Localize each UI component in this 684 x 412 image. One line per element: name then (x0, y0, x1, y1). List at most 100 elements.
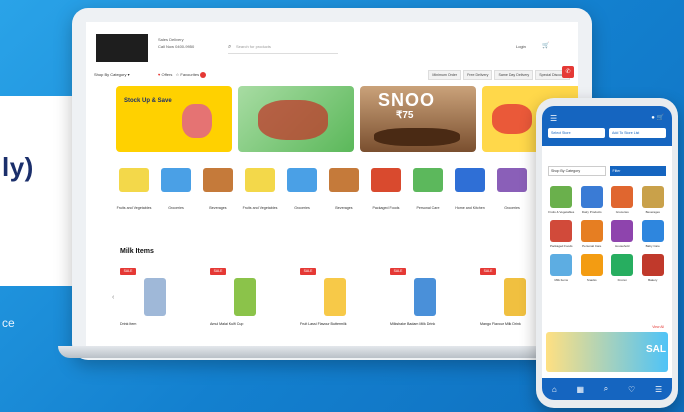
cart-icon[interactable]: 🛒 (657, 115, 664, 121)
phone-category-item[interactable]: Frozen (609, 254, 636, 282)
product-card[interactable]: SALE Fruit Lassi Flavour Buttermilk (300, 268, 370, 334)
phone-icon[interactable]: ✆ (562, 66, 574, 78)
filter-button[interactable]: Filter (609, 166, 666, 176)
site-logo[interactable] (96, 34, 148, 62)
user-icon[interactable]: ● (651, 115, 655, 121)
tab-store-list[interactable]: Add To Store List (609, 128, 666, 138)
search-icon[interactable]: ⌕ (604, 384, 608, 394)
product-list: SALE Drink Item SALE Amul Malai Kulfi Cup SA… (120, 268, 550, 334)
phone-category-label: Fruits & Vegetables (548, 210, 575, 214)
header-icons: ● 🛒 (651, 114, 664, 121)
phone-category-item[interactable]: Bakery (640, 254, 667, 282)
category-image (161, 168, 191, 192)
nav-links: ♥ Offers ☆ Favourites (158, 72, 207, 78)
star-icon: ☆ (175, 72, 180, 78)
category-item[interactable]: Groceries (158, 168, 194, 211)
chevron-left-icon[interactable]: ‹ (112, 294, 114, 301)
category-image (329, 168, 359, 192)
phone-category-bar: Shop By Category Filter (548, 166, 666, 176)
banner-product-image (374, 128, 460, 146)
tab-select-store[interactable]: Select Store (548, 128, 605, 138)
category-strip: Fruits and Vegetables Groceries Beverages F… (116, 168, 530, 211)
category-label: Groceries (168, 206, 184, 210)
banner-product-image (182, 104, 212, 138)
pill-same-day[interactable]: Same Day Delivery (494, 70, 534, 80)
category-dropdown[interactable]: Shop By Category ▾ (94, 72, 130, 77)
grid-icon[interactable]: ▦ (576, 385, 584, 394)
banner-product-image (258, 100, 328, 140)
category-item[interactable]: Personal Care (410, 168, 446, 211)
promo-banner[interactable]: SNOO ₹75 (360, 86, 476, 152)
product-card[interactable]: SALE Drink Item (120, 268, 190, 334)
product-image (414, 278, 436, 316)
product-card[interactable]: SALE Milkshake Badam Milk Drink (390, 268, 460, 334)
sale-badge: SALE (120, 268, 136, 275)
phone-category-image (580, 220, 603, 242)
phone-category-label: Milk Items (554, 278, 569, 282)
phone-category-item[interactable]: Packaged Foods (548, 220, 575, 248)
login-link[interactable]: Login (516, 44, 526, 49)
laptop-base (58, 346, 606, 358)
category-item[interactable]: Packaged Foods (368, 168, 404, 211)
category-label: Packaged Foods (372, 206, 400, 210)
phone-category-item[interactable]: Household (609, 220, 636, 248)
category-label: Groceries (294, 206, 310, 210)
phone-category-item[interactable]: Dairy Products (579, 186, 606, 214)
phone-category-item[interactable]: Fruits & Vegetables (548, 186, 575, 214)
phone-view-all[interactable]: View All (652, 325, 664, 329)
promo-banners: Stock Up & Save SNOO ₹75 (116, 86, 578, 152)
phone-category-item[interactable]: Baby Care (640, 220, 667, 248)
phone-category-dropdown[interactable]: Shop By Category (548, 166, 606, 176)
banner-price: ₹75 (396, 110, 414, 121)
hero-title: ly) (2, 152, 34, 182)
menu-icon[interactable]: ☰ (655, 385, 662, 394)
phone-category-item[interactable]: Snacks (579, 254, 606, 282)
banner-brand: SNOO (378, 90, 436, 110)
category-label: Fruits and Vegetables (242, 206, 278, 210)
phone-category-image (550, 254, 573, 276)
cart-icon[interactable]: 🛒 (542, 42, 549, 49)
promo-banner[interactable] (238, 86, 354, 152)
search-placeholder: Search for products (236, 44, 271, 49)
home-icon[interactable]: ⌂ (552, 385, 557, 394)
phone-category-item[interactable]: Beverages (640, 186, 667, 214)
category-item[interactable]: Fruits and Vegetables (242, 168, 278, 211)
phone-category-image (580, 254, 603, 276)
phone-bottom-nav: ⌂ ▦ ⌕ ♡ ☰ (542, 378, 672, 400)
category-item[interactable]: Home and Kitchen (452, 168, 488, 211)
pill-minimum-order[interactable]: Minimum Order (428, 70, 462, 80)
laptop-screen: Sales Delivery Call Now 0400-9950 ⌕ Sear… (86, 22, 578, 346)
category-item[interactable]: Groceries (284, 168, 320, 211)
feature-pills: Minimum Order Free Delivery Same Day Del… (428, 70, 570, 80)
phone-category-label: Frozen (617, 278, 627, 282)
phone-category-image (550, 186, 573, 208)
product-name: Milkshake Badam Milk Drink (390, 322, 436, 326)
category-item[interactable]: Groceries (494, 168, 530, 211)
notification-badge (200, 72, 207, 78)
phone-category-item[interactable]: Milk Items (548, 254, 575, 282)
sale-badge: SALE (210, 268, 226, 275)
banner-product-image (492, 104, 532, 134)
promo-banner[interactable]: Stock Up & Save (116, 86, 232, 152)
phone-category-grid: Fruits & Vegetables Dairy Products Groceri… (548, 186, 666, 282)
product-card[interactable]: SALE Amul Malai Kulfi Cup (210, 268, 280, 334)
nav-link-favourites[interactable]: Favourites (180, 72, 199, 77)
phone-banner-text: SAL (646, 344, 666, 355)
menu-icon[interactable]: ☰ (550, 114, 557, 123)
category-label: Groceries (504, 206, 520, 210)
category-item[interactable]: Fruits and Vegetables (116, 168, 152, 211)
pill-free-delivery[interactable]: Free Delivery (463, 70, 493, 80)
category-item[interactable]: Beverages (200, 168, 236, 211)
category-label: Home and Kitchen (455, 206, 485, 210)
contact-line: Call Now 0400-9950 (158, 44, 195, 49)
heart-icon[interactable]: ♡ (628, 385, 635, 394)
phone-category-item[interactable]: Groceries (609, 186, 636, 214)
chevron-down-icon: ▾ (127, 72, 130, 77)
category-item[interactable]: Beverages (326, 168, 362, 211)
phone-category-image (641, 186, 664, 208)
phone-promo-banner[interactable]: SAL (546, 332, 668, 372)
navbar: Shop By Category ▾ ♥ Offers ☆ Favourites… (86, 68, 578, 82)
nav-link-offers[interactable]: Offers (162, 72, 173, 77)
search-input[interactable]: ⌕ Search for products (228, 44, 338, 54)
phone-category-item[interactable]: Personal Care (579, 220, 606, 248)
